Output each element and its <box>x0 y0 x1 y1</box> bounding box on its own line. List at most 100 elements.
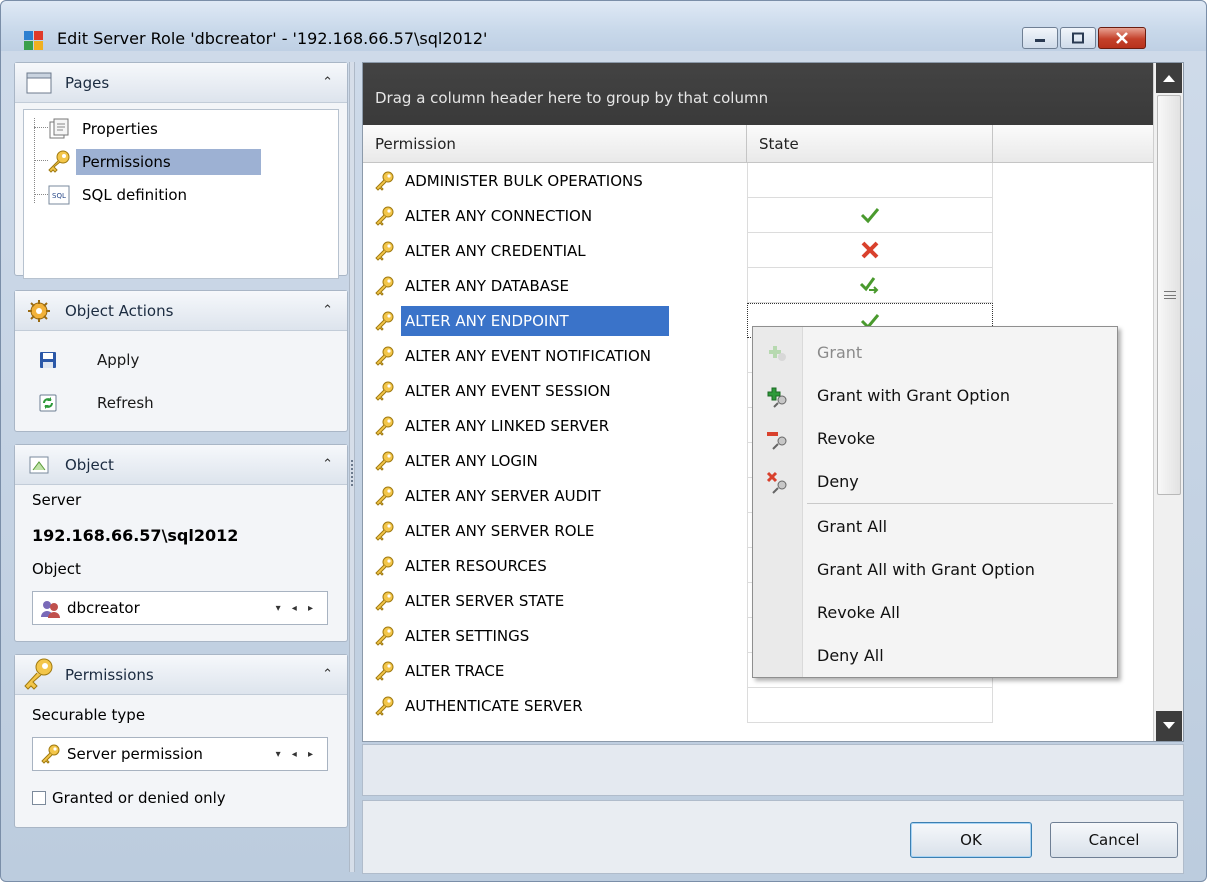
ok-button[interactable]: OK <box>910 822 1032 858</box>
collapse-chevron-icon[interactable]: ⌃ <box>322 457 333 472</box>
table-row[interactable]: ADMINISTER BULK OPERATIONS <box>363 163 1153 198</box>
tree-item-permissions[interactable]: Permissions <box>46 145 346 178</box>
column-header-permission[interactable]: Permission <box>363 125 747 163</box>
menu-item-deny-all[interactable]: Deny All <box>753 634 1117 677</box>
tree-item-label: SQL definition <box>82 185 188 204</box>
table-row[interactable]: ALTER ANY CREDENTIAL <box>363 233 1153 268</box>
permission-cell[interactable]: ALTER ANY LINKED SERVER <box>363 408 747 443</box>
collapse-chevron-icon[interactable]: ⌃ <box>322 303 333 318</box>
grant-icon <box>769 345 786 361</box>
granted-or-denied-checkbox[interactable]: Granted or denied only <box>32 789 226 807</box>
permission-cell[interactable]: AUTHENTICATE SERVER <box>363 688 747 723</box>
permission-cell[interactable]: ALTER ANY ENDPOINT <box>363 303 747 338</box>
close-button[interactable] <box>1098 27 1146 49</box>
group-by-panel[interactable]: Drag a column header here to group by th… <box>363 63 1153 125</box>
permission-name: ALTER ANY CONNECTION <box>405 206 593 225</box>
column-header-state[interactable]: State <box>747 125 993 163</box>
cancel-button[interactable]: Cancel <box>1050 822 1178 858</box>
table-row[interactable]: ALTER ANY CONNECTION <box>363 198 1153 233</box>
permission-name: ALTER ANY SERVER AUDIT <box>405 486 601 505</box>
tree-item-properties[interactable]: Properties <box>46 112 346 145</box>
collapse-chevron-icon[interactable]: ⌃ <box>322 75 333 90</box>
scroll-down-button[interactable] <box>1156 711 1182 741</box>
state-cell[interactable] <box>747 268 993 303</box>
pages-tree: Properties Permissions SQL SQL definitio… <box>23 109 339 279</box>
pages-icon <box>26 72 52 94</box>
key-icon <box>375 486 394 506</box>
combobox-arrows-icon[interactable]: ▾ ◂ ▸ <box>276 749 317 760</box>
menu-item-grant-all-with-grant-option[interactable]: Grant All with Grant Option <box>753 548 1117 591</box>
menu-item-label: Grant All <box>817 517 888 536</box>
menu-item-label: Deny <box>817 472 859 491</box>
state-cell[interactable] <box>747 198 993 233</box>
key-icon <box>375 206 394 226</box>
permission-cell[interactable]: ADMINISTER BULK OPERATIONS <box>363 163 747 198</box>
state-cell[interactable] <box>747 163 993 198</box>
key-icon <box>375 661 394 681</box>
context-menu: Grant Grant with Grant Option Revoke Deny Gr… <box>752 326 1118 678</box>
permission-cell[interactable]: ALTER ANY EVENT NOTIFICATION <box>363 338 747 373</box>
grid-header: Permission State <box>363 125 1153 163</box>
key-icon <box>375 591 394 611</box>
permission-cell[interactable]: ALTER ANY SERVER AUDIT <box>363 478 747 513</box>
scrollbar-thumb[interactable] <box>1157 95 1181 495</box>
checkbox-box[interactable] <box>32 791 46 805</box>
object-label: Object <box>32 560 81 578</box>
refresh-action[interactable]: Refresh <box>39 388 154 418</box>
menu-item-grant-all[interactable]: Grant All <box>753 505 1117 548</box>
group-by-hint: Drag a column header here to group by th… <box>375 89 769 107</box>
permission-cell[interactable]: ALTER SERVER STATE <box>363 583 747 618</box>
key-icon <box>375 346 394 366</box>
apply-label: Apply <box>97 351 140 369</box>
securable-type-combobox[interactable]: Server permission ▾ ◂ ▸ <box>32 737 328 771</box>
permission-cell[interactable]: ALTER RESOURCES <box>363 548 747 583</box>
title-bar: Edit Server Role 'dbcreator' - '192.168.… <box>1 1 1206 51</box>
state-cell[interactable] <box>747 688 993 723</box>
maximize-button[interactable] <box>1060 27 1096 49</box>
permission-cell[interactable]: ALTER SETTINGS <box>363 618 747 653</box>
minimize-button[interactable] <box>1022 27 1058 49</box>
key-icon <box>41 744 60 764</box>
key-icon <box>375 276 394 296</box>
permission-name: ALTER ANY SERVER ROLE <box>405 521 595 540</box>
apply-action[interactable]: Apply <box>39 345 139 375</box>
permission-name: ALTER RESOURCES <box>405 556 547 575</box>
permission-cell[interactable]: ALTER ANY CREDENTIAL <box>363 233 747 268</box>
key-icon <box>375 556 394 576</box>
object-icon <box>29 456 49 474</box>
permission-cell[interactable]: ALTER TRACE <box>363 653 747 688</box>
combobox-arrows-icon[interactable]: ▾ ◂ ▸ <box>276 603 317 614</box>
table-row[interactable]: ALTER ANY DATABASE <box>363 268 1153 303</box>
vertical-scrollbar[interactable] <box>1153 63 1183 741</box>
menu-item-deny[interactable]: Deny <box>753 460 1117 503</box>
permission-cell[interactable]: ALTER ANY CONNECTION <box>363 198 747 233</box>
object-combobox[interactable]: dbcreator ▾ ◂ ▸ <box>32 591 328 625</box>
key-icon <box>375 381 394 401</box>
permission-cell[interactable]: ALTER ANY LOGIN <box>363 443 747 478</box>
state-cell[interactable] <box>747 233 993 268</box>
menu-item-grant: Grant <box>753 331 1117 374</box>
permission-cell[interactable]: ALTER ANY DATABASE <box>363 268 747 303</box>
panel-splitter[interactable] <box>349 62 355 872</box>
permission-name: ALTER ANY CREDENTIAL <box>405 241 586 260</box>
collapse-chevron-icon[interactable]: ⌃ <box>322 667 333 682</box>
window-title: Edit Server Role 'dbcreator' - '192.168.… <box>57 29 488 48</box>
server-role-icon <box>41 601 60 618</box>
menu-item-grant-with-grant-option[interactable]: Grant with Grant Option <box>753 374 1117 417</box>
key-icon <box>375 171 394 191</box>
object-actions-header[interactable]: Object Actions ⌃ <box>15 291 347 331</box>
securable-type-value: Server permission <box>67 745 203 763</box>
menu-separator <box>807 503 1113 504</box>
pages-panel-header[interactable]: Pages ⌃ <box>15 63 347 103</box>
permission-name: ALTER ANY EVENT NOTIFICATION <box>405 346 652 365</box>
tree-item-sql-definition[interactable]: SQL SQL definition <box>46 178 346 211</box>
permission-cell[interactable]: ALTER ANY SERVER ROLE <box>363 513 747 548</box>
permissions-panel-header[interactable]: Permissions ⌃ <box>15 655 347 695</box>
minimize-icon <box>1035 39 1045 42</box>
permission-cell[interactable]: ALTER ANY EVENT SESSION <box>363 373 747 408</box>
table-row[interactable]: AUTHENTICATE SERVER <box>363 688 1153 723</box>
scroll-up-button[interactable] <box>1156 63 1182 93</box>
object-panel-header[interactable]: Object ⌃ <box>15 445 347 485</box>
menu-item-revoke-all[interactable]: Revoke All <box>753 591 1117 634</box>
menu-item-revoke[interactable]: Revoke <box>753 417 1117 460</box>
